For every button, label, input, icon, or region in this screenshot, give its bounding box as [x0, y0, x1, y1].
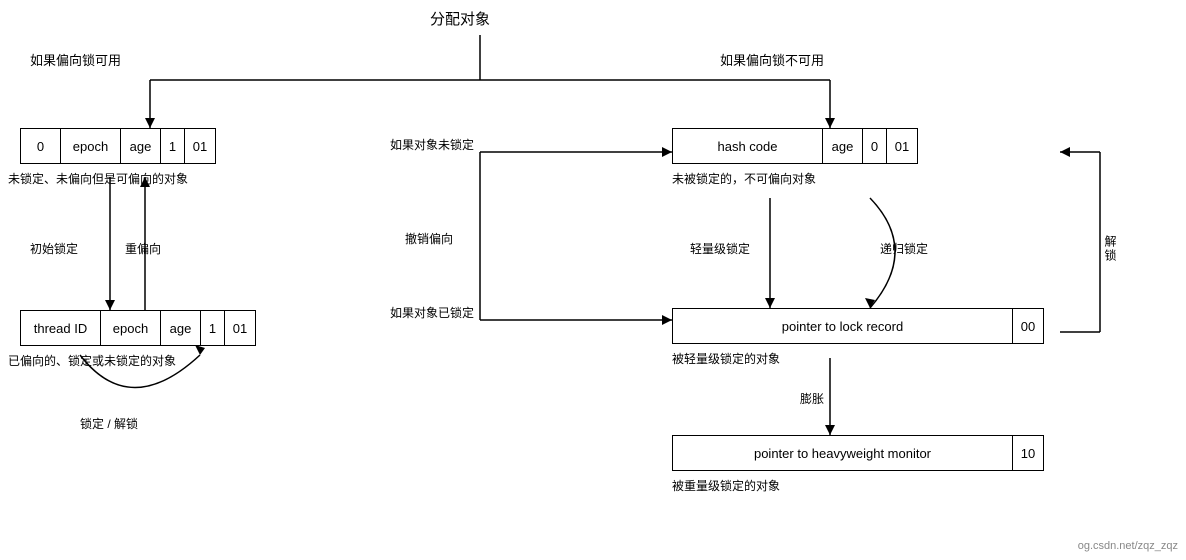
box1-cell-1: epoch — [61, 129, 121, 163]
watermark: og.csdn.net/zqz_zqz — [1078, 540, 1178, 552]
if-locked-label: 如果对象已锁定 — [390, 304, 474, 321]
box2-cell-0: thread ID — [21, 311, 101, 345]
box1-cell-4: 01 — [185, 129, 215, 163]
cancel-bias-label: 撤销偏向 — [405, 230, 453, 247]
init-lock-label: 初始锁定 — [30, 240, 78, 257]
box1-cell-3: 1 — [161, 129, 185, 163]
box1-cell-0: 0 — [21, 129, 61, 163]
box3-cell-3: 01 — [887, 129, 917, 163]
box3-desc: 未被锁定的，不可偏向对象 — [672, 170, 816, 187]
box4-desc: 被轻量级锁定的对象 — [672, 350, 780, 367]
box3: hash code age 0 01 — [672, 128, 918, 164]
box1-cell-2: age — [121, 129, 161, 163]
box5: pointer to heavyweight monitor 10 — [672, 435, 1044, 471]
if-not-locked-label: 如果对象未锁定 — [390, 136, 474, 153]
box2: thread ID epoch age 1 01 — [20, 310, 256, 346]
box2-cell-3: 1 — [201, 311, 225, 345]
re-bias-label: 重偏向 — [125, 240, 161, 257]
diagram: 分配对象 如果偏向锁可用 如果偏向锁不可用 0 epoch age 1 01 未… — [0, 0, 1186, 560]
box4: pointer to lock record 00 — [672, 308, 1044, 344]
top-label: 分配对象 — [430, 8, 490, 29]
lightweight-label: 轻量级锁定 — [690, 240, 750, 257]
right-branch-label: 如果偏向锁不可用 — [720, 50, 824, 69]
expand-label: 膨胀 — [800, 390, 824, 407]
box2-cell-2: age — [161, 311, 201, 345]
box5-cell-0: pointer to heavyweight monitor — [673, 436, 1013, 470]
box2-cell-1: epoch — [101, 311, 161, 345]
box2-cell-4: 01 — [225, 311, 255, 345]
unlock-label: 解锁 — [1102, 235, 1119, 263]
box1: 0 epoch age 1 01 — [20, 128, 216, 164]
box3-cell-1: age — [823, 129, 863, 163]
arrows-svg — [0, 0, 1186, 560]
box4-cell-1: 00 — [1013, 309, 1043, 343]
box2-desc: 已偏向的、锁定或未锁定的对象 — [8, 352, 176, 369]
box1-desc: 未锁定、未偏向但是可偏向的对象 — [8, 170, 188, 187]
recursive-label: 递归锁定 — [880, 240, 928, 257]
box4-cell-0: pointer to lock record — [673, 309, 1013, 343]
left-branch-label: 如果偏向锁可用 — [30, 50, 121, 69]
lock-unlock-label: 锁定 / 解锁 — [80, 415, 138, 432]
box3-cell-2: 0 — [863, 129, 887, 163]
box5-cell-1: 10 — [1013, 436, 1043, 470]
box5-desc: 被重量级锁定的对象 — [672, 477, 780, 494]
box3-cell-0: hash code — [673, 129, 823, 163]
